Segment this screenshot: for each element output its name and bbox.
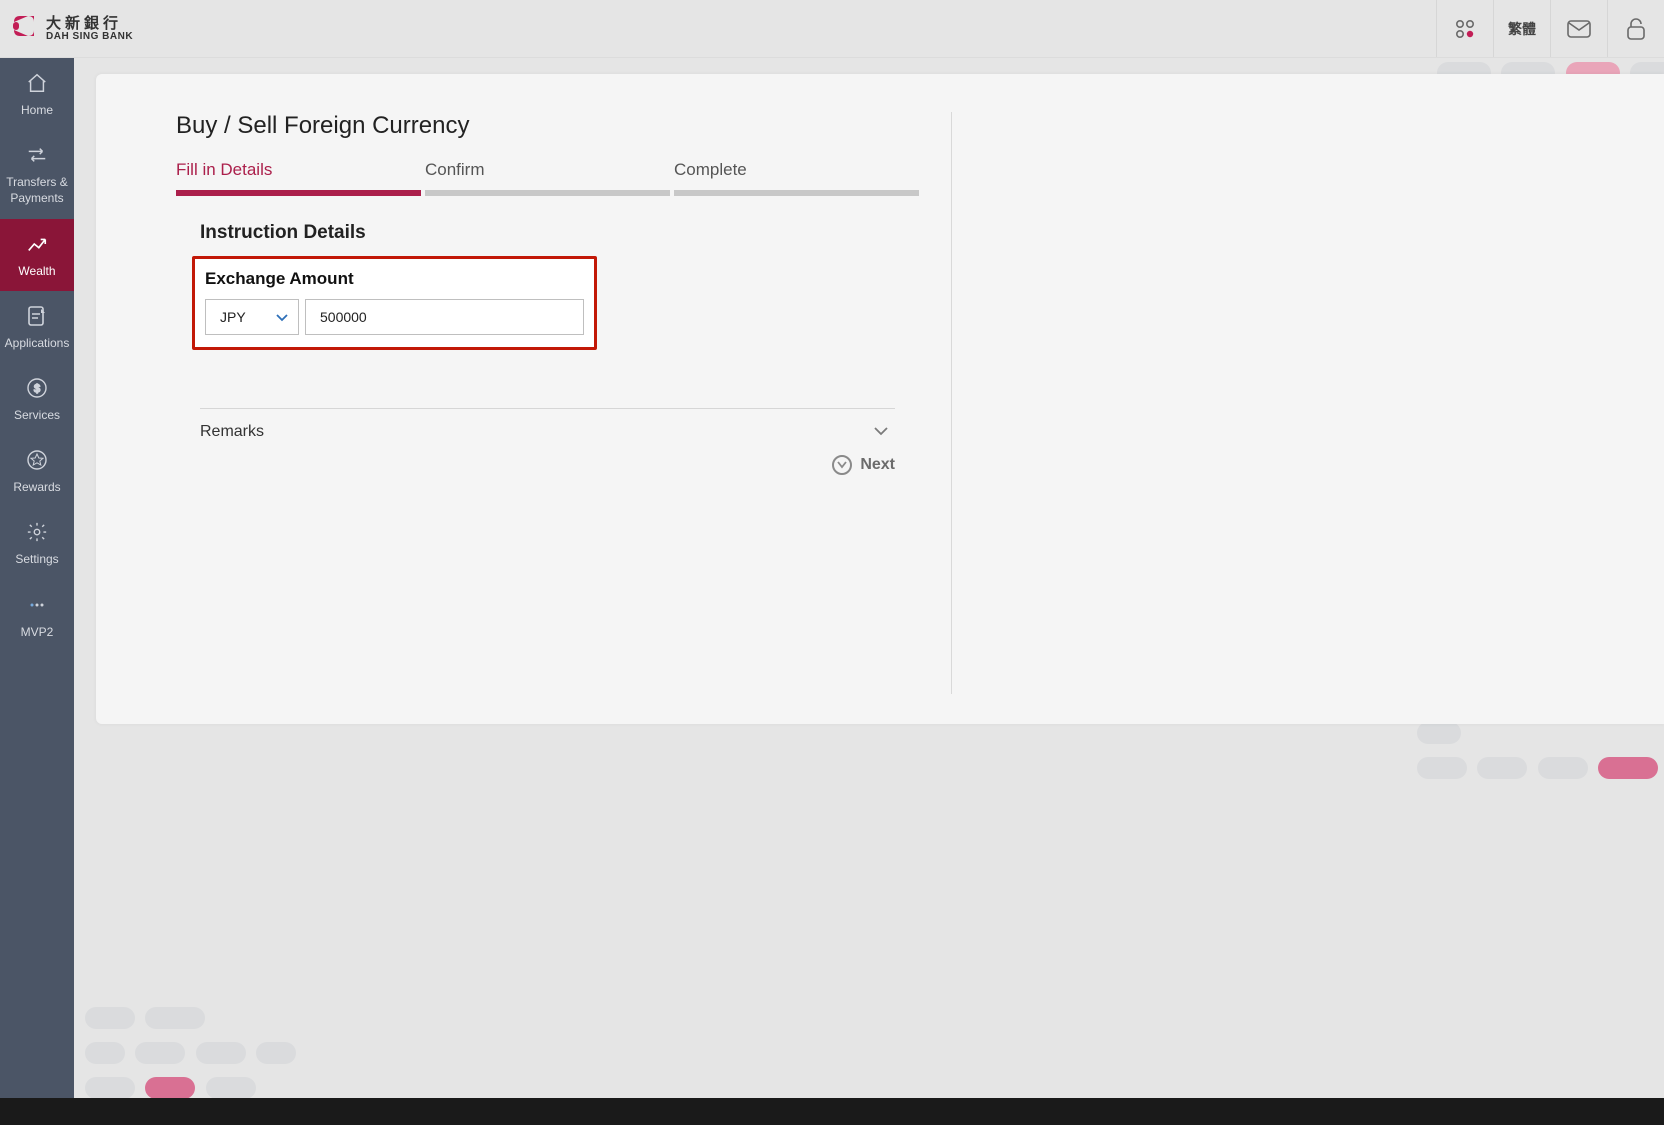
chevron-down-icon <box>873 423 889 441</box>
remarks-label: Remarks <box>200 423 264 441</box>
brand-zh: 大新銀行 <box>46 16 133 31</box>
step-confirm[interactable]: Confirm <box>425 160 670 196</box>
top-header: 大新銀行 DAH SING BANK 繁體 <box>0 0 1664 58</box>
sidebar-item-mvp2[interactable]: MVP2 <box>0 580 74 652</box>
brand-logo[interactable]: 大新銀行 DAH SING BANK <box>0 12 133 45</box>
apps-icon[interactable] <box>1436 0 1493 57</box>
workspace: Buy / Sell Foreign Currency Fill in Deta… <box>74 58 1664 1098</box>
home-icon <box>2 69 72 97</box>
currency-value: JPY <box>220 309 246 325</box>
step-label: Confirm <box>425 160 670 180</box>
sidebar-item-applications[interactable]: Applications <box>0 291 74 363</box>
sidebar-item-settings[interactable]: Settings <box>0 507 74 579</box>
exchange-amount-panel: Exchange Amount JPY <box>192 256 597 350</box>
chevron-down-icon <box>276 309 288 325</box>
transfers-icon <box>2 141 72 169</box>
header-actions: 繁體 <box>1436 0 1664 57</box>
sidebar-item-label: Home <box>2 102 72 118</box>
sidebar-item-label: Services <box>2 407 72 423</box>
sidebar-item-transfers[interactable]: Transfers & Payments <box>0 130 74 218</box>
bank-logo-icon <box>10 12 38 45</box>
mail-icon[interactable] <box>1550 0 1607 57</box>
amount-input[interactable] <box>305 299 584 335</box>
step-complete[interactable]: Complete <box>674 160 919 196</box>
instruction-details-heading: Instruction Details <box>200 222 1584 244</box>
sidebar-item-label: MVP2 <box>2 624 72 640</box>
lock-icon[interactable] <box>1607 0 1664 57</box>
sidebar-item-wealth[interactable]: Wealth <box>0 219 74 291</box>
next-circle-icon <box>832 455 852 475</box>
sidebar-item-services[interactable]: $ Services <box>0 363 74 435</box>
sidebar-item-label: Applications <box>2 335 72 351</box>
language-label: 繁體 <box>1508 19 1536 39</box>
sidebar-item-label: Rewards <box>2 479 72 495</box>
applications-icon <box>2 302 72 330</box>
remarks-expander[interactable]: Remarks <box>200 409 895 451</box>
footer-strip <box>0 1098 1664 1125</box>
step-bar <box>176 190 421 196</box>
sidebar-item-label: Settings <box>2 551 72 567</box>
wealth-icon <box>2 230 72 258</box>
page-title: Buy / Sell Foreign Currency <box>176 112 1584 140</box>
next-button[interactable]: Next <box>832 455 895 475</box>
wizard-steps: Fill in Details Confirm Complete <box>176 160 919 196</box>
content-card: Buy / Sell Foreign Currency Fill in Deta… <box>96 74 1664 724</box>
sidebar-item-home[interactable]: Home <box>0 58 74 130</box>
step-fill-details[interactable]: Fill in Details <box>176 160 421 196</box>
brand-en: DAH SING BANK <box>46 31 133 42</box>
language-toggle[interactable]: 繁體 <box>1493 0 1550 57</box>
sidebar-item-rewards[interactable]: Rewards <box>0 435 74 507</box>
brand-text: 大新銀行 DAH SING BANK <box>46 16 133 42</box>
currency-select[interactable]: JPY <box>205 299 299 335</box>
settings-icon <box>2 518 72 546</box>
sidebar-item-label: Transfers & Payments <box>2 174 72 206</box>
svg-text:$: $ <box>34 383 40 395</box>
exchange-amount-label: Exchange Amount <box>205 269 584 289</box>
step-bar <box>425 190 670 196</box>
sidebar-item-label: Wealth <box>2 263 72 279</box>
rewards-icon <box>2 446 72 474</box>
decoration <box>82 1003 342 1098</box>
services-icon: $ <box>2 374 72 402</box>
step-label: Complete <box>674 160 919 180</box>
step-label: Fill in Details <box>176 160 421 180</box>
mvp2-icon <box>2 591 72 619</box>
next-label: Next <box>860 456 895 474</box>
sidebar-nav: Home Transfers & Payments Wealth Applica… <box>0 58 74 1098</box>
vertical-divider <box>951 112 952 694</box>
step-bar <box>674 190 919 196</box>
